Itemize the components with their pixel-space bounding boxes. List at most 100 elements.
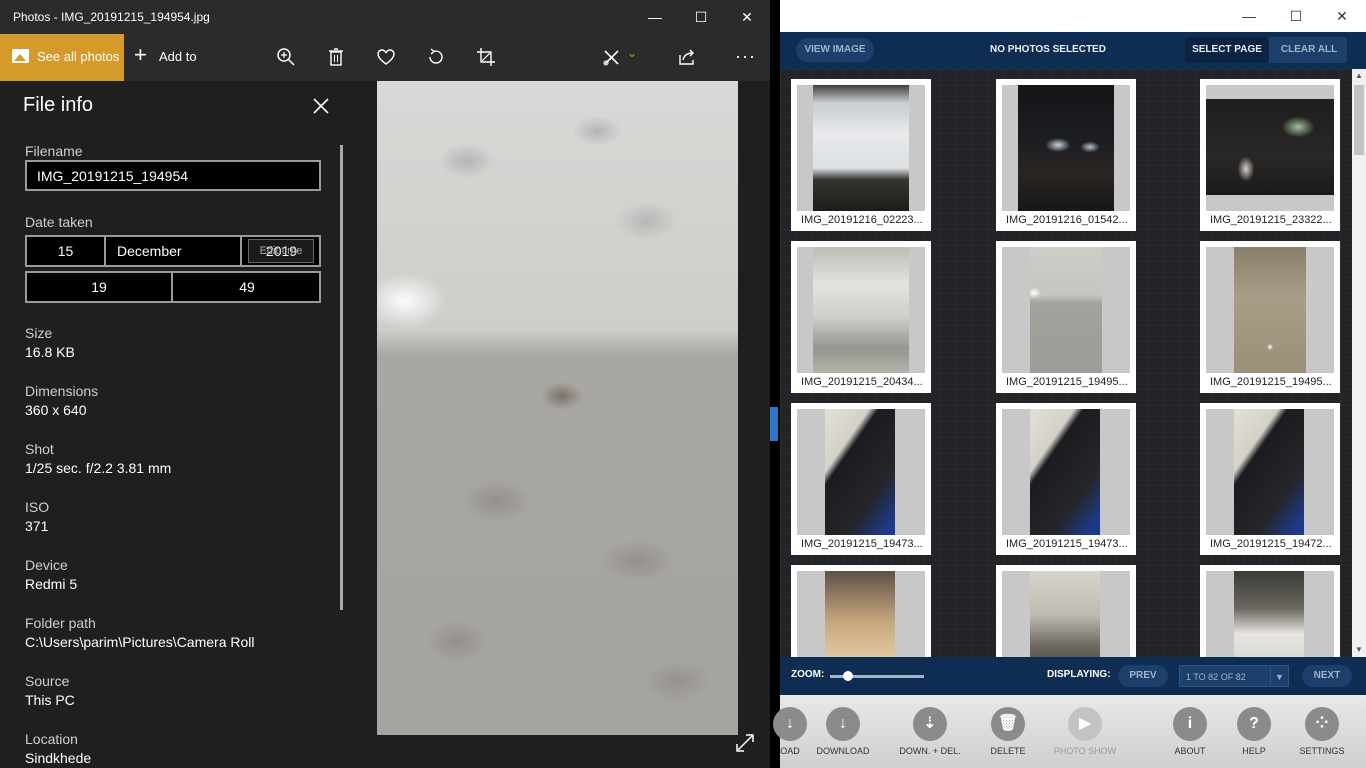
month-picker[interactable]: December xyxy=(108,237,242,265)
zoom-slider[interactable] xyxy=(830,671,924,681)
iso-label: ISO xyxy=(25,499,50,515)
selection-group: SELECT PAGE CLEAR ALL xyxy=(1185,37,1347,63)
folder-path-label: Folder path xyxy=(25,615,96,631)
close-icon[interactable] xyxy=(310,95,332,117)
main-photo[interactable] xyxy=(377,81,738,735)
view-image-button[interactable]: VIEW IMAGE xyxy=(796,38,874,62)
trash-icon: 🗑 xyxy=(991,707,1025,741)
more-icon[interactable]: ··· xyxy=(735,45,757,67)
download-partial-icon: ↓ xyxy=(773,707,807,741)
see-all-photos-button[interactable]: See all photos xyxy=(0,34,124,81)
thumbnail-image xyxy=(825,571,895,657)
thumbnail-caption: IMG_20191215_20434... xyxy=(801,376,923,388)
filename-field[interactable]: IMG_20191215_194954 xyxy=(25,160,321,191)
crop-icon[interactable] xyxy=(475,46,497,68)
thumbnail-card[interactable]: IMG_20191216_01542... xyxy=(996,79,1136,231)
clear-all-button[interactable]: CLEAR ALL xyxy=(1271,37,1347,63)
plus-icon: + xyxy=(134,42,147,67)
zoom-slider-knob[interactable] xyxy=(842,671,853,681)
thumbnail-card[interactable]: IMG_20191215_19495... xyxy=(1200,241,1340,393)
thumbnail-card[interactable] xyxy=(1200,565,1340,657)
download-button[interactable]: ↓ DOWNLOAD xyxy=(803,695,883,768)
minute-picker[interactable]: 49 xyxy=(175,273,319,301)
panel-scrollbar[interactable] xyxy=(340,145,343,610)
page-range-select[interactable]: 1 TO 82 OF 82 ▼ xyxy=(1179,665,1289,687)
info-icon: i xyxy=(1173,707,1207,741)
thumbnail-caption: IMG_20191215_19495... xyxy=(1210,376,1332,388)
app-close-button[interactable]: ✕ xyxy=(1319,0,1365,32)
rotate-icon[interactable] xyxy=(425,46,447,68)
thumbnail-card[interactable]: IMG_20191215_19473... xyxy=(996,403,1136,555)
edit-icon[interactable] xyxy=(601,46,623,68)
day-picker[interactable]: 15 xyxy=(27,237,106,265)
app-maximize-button[interactable]: ☐ xyxy=(1273,0,1319,32)
page-range-value: 1 TO 82 OF 82 xyxy=(1186,672,1246,682)
location-value: Sindkhede xyxy=(25,750,92,766)
prev-button[interactable]: PREV xyxy=(1118,665,1168,687)
minimize-button[interactable]: — xyxy=(632,0,678,34)
thumbnail-caption: IMG_20191215_19473... xyxy=(801,538,923,550)
scroll-up-icon[interactable]: ▲ xyxy=(1352,69,1366,83)
dimensions-value: 360 x 640 xyxy=(25,402,87,418)
thumbnail-caption: IMG_20191216_02223... xyxy=(801,214,923,226)
time-field: 19 49 xyxy=(25,271,321,303)
photo-transfer-app: — ☐ ✕ VIEW IMAGE NO PHOTOS SELECTED SELE… xyxy=(773,0,1366,768)
play-icon: ▶ xyxy=(1068,707,1102,741)
photos-toolbar: See all photos + Add to ⌄ ··· xyxy=(0,34,770,81)
shot-label: Shot xyxy=(25,441,54,457)
thumbnail-card[interactable]: IMG_20191215_19473... xyxy=(791,403,931,555)
dimensions-label: Dimensions xyxy=(25,383,99,399)
favorite-icon[interactable] xyxy=(375,46,397,68)
close-button[interactable]: ✕ xyxy=(724,0,770,34)
thumbnail-caption: IMG_20191215_19495... xyxy=(1006,376,1128,388)
app-minimize-button[interactable]: — xyxy=(1226,0,1272,32)
image-viewer xyxy=(345,81,770,768)
hour-picker[interactable]: 19 xyxy=(27,273,173,301)
thumbnail-card[interactable] xyxy=(791,565,931,657)
scrollbar-thumb[interactable] xyxy=(1354,85,1364,155)
delete-icon[interactable] xyxy=(325,46,347,68)
maximize-button[interactable]: ☐ xyxy=(678,0,724,34)
action-label: DELETE xyxy=(990,746,1026,756)
delete-button[interactable]: 🗑 DELETE xyxy=(968,695,1048,768)
thumbnail-image xyxy=(1206,99,1334,195)
next-button[interactable]: NEXT xyxy=(1302,665,1352,687)
download-delete-icon: ⇣ xyxy=(913,707,947,741)
download-delete-button[interactable]: ⇣ DOWN. + DEL. xyxy=(890,695,970,768)
photo-show-button[interactable]: ▶ PHOTO SHOW xyxy=(1045,695,1125,768)
split-scroll-marker[interactable] xyxy=(770,407,778,441)
share-icon[interactable] xyxy=(676,46,698,68)
device-label: Device xyxy=(25,557,68,573)
grid-scrollbar[interactable]: ▲ ▼ xyxy=(1352,69,1366,657)
thumbnail-card[interactable]: IMG_20191216_02223... xyxy=(791,79,931,231)
thumbnail-image xyxy=(1018,85,1114,211)
thumbnail-card[interactable]: IMG_20191215_20434... xyxy=(791,241,931,393)
size-label: Size xyxy=(25,325,53,341)
photos-window: Photos - IMG_20191215_194954.jpg — ☐ ✕ S… xyxy=(0,0,770,768)
zoom-icon[interactable] xyxy=(275,46,297,68)
source-value: This PC xyxy=(25,692,75,708)
action-label: DOWN. + DEL. xyxy=(899,746,961,756)
thumbnail-caption: IMG_20191215_23322... xyxy=(1210,214,1332,226)
file-info-title: File info xyxy=(23,94,94,116)
edit-time-tooltip: Edit time xyxy=(248,239,314,263)
thumbnail-image xyxy=(1030,409,1100,535)
selection-status: NO PHOTOS SELECTED xyxy=(990,44,1106,55)
thumbnail-card[interactable]: IMG_20191215_19472... xyxy=(1200,403,1340,555)
select-page-button[interactable]: SELECT PAGE xyxy=(1185,37,1269,63)
zoom-label: ZOOM: xyxy=(791,669,825,680)
thumbnail-card[interactable]: IMG_20191215_23322... xyxy=(1200,79,1340,231)
scroll-down-icon[interactable]: ▼ xyxy=(1352,643,1366,657)
thumbnail-card[interactable]: IMG_20191215_19495... xyxy=(996,241,1136,393)
chevron-down-icon[interactable]: ⌄ xyxy=(627,46,639,68)
chevron-down-icon[interactable]: ▼ xyxy=(1270,666,1288,686)
device-value: Redmi 5 xyxy=(25,576,78,592)
window-title: Photos - IMG_20191215_194954.jpg xyxy=(13,10,210,24)
add-to-label: Add to xyxy=(159,49,197,64)
location-label: Location xyxy=(25,731,78,747)
thumbnail-image xyxy=(1234,571,1304,657)
action-label: DOWNLOAD xyxy=(816,746,870,756)
settings-button[interactable]: ⁘ SETTINGS xyxy=(1282,695,1362,768)
action-label: SETTINGS xyxy=(1299,746,1345,756)
thumbnail-card[interactable] xyxy=(996,565,1136,657)
